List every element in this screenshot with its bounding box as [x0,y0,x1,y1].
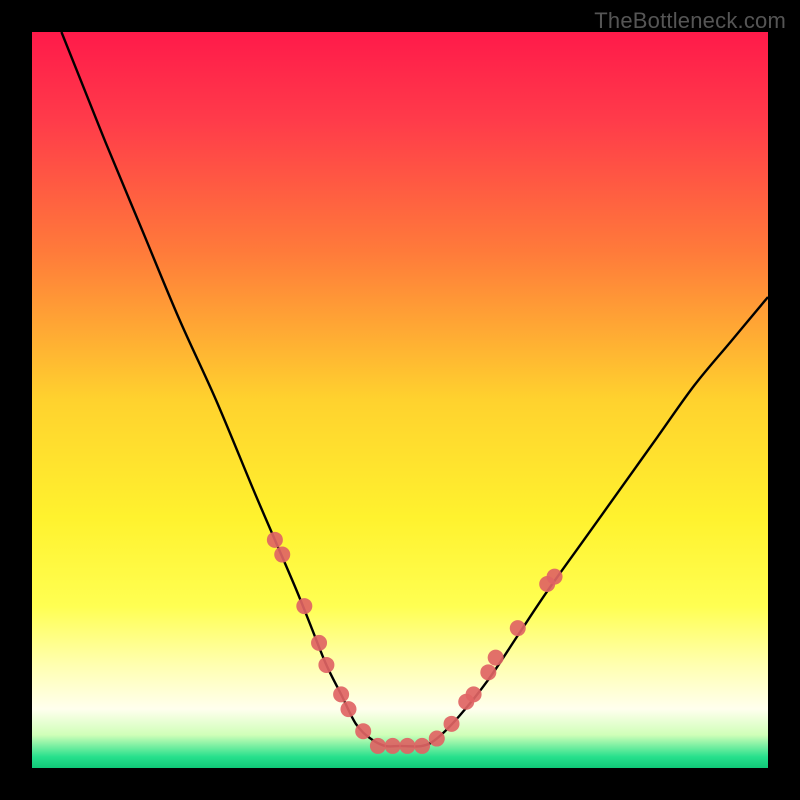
marker-point [318,657,334,673]
marker-point [311,635,327,651]
gradient-background [32,32,768,768]
marker-point [399,738,415,754]
marker-point [267,532,283,548]
marker-point [480,664,496,680]
marker-point [385,738,401,754]
chart-container: TheBottleneck.com [0,0,800,800]
plot-svg [32,32,768,768]
marker-point [414,738,430,754]
marker-point [488,650,504,666]
marker-point [274,547,290,563]
marker-point [444,716,460,732]
watermark-text: TheBottleneck.com [594,8,786,34]
marker-point [340,701,356,717]
marker-point [370,738,386,754]
marker-point [296,598,312,614]
marker-point [333,686,349,702]
marker-point [466,686,482,702]
plot-area [32,32,768,768]
marker-point [429,731,445,747]
marker-point [547,569,563,585]
marker-point [510,620,526,636]
marker-point [355,723,371,739]
